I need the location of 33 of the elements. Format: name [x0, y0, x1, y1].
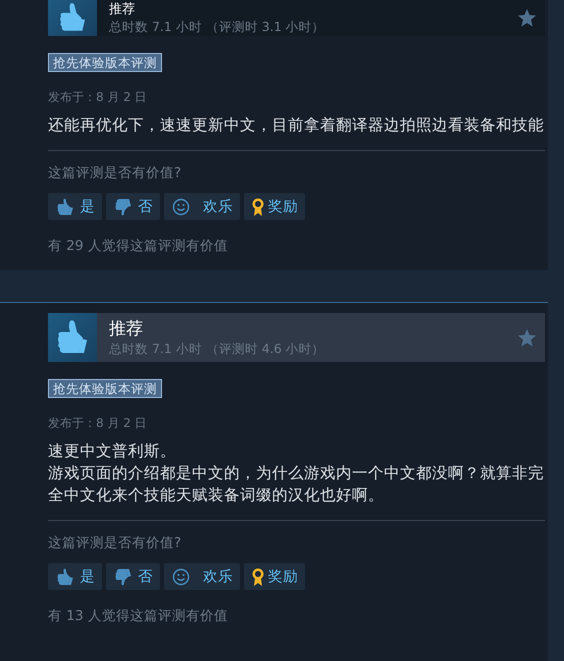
review-text: 还能再优化下，速速更新中文，目前拿着翻译器边拍照边看装备和技能 — [48, 115, 545, 136]
thumbs-up-icon — [55, 566, 75, 586]
vote-button[interactable]: 否 — [106, 193, 160, 220]
vote-button[interactable]: 奖励 — [244, 193, 305, 220]
post-date: 发布于：8 月 2 日 — [48, 89, 148, 106]
review-verdict[interactable]: 推荐 — [109, 2, 517, 18]
helpful-count: 有 29 人觉得这篇评测有价值 — [48, 237, 229, 256]
vote-button[interactable]: 奖励 — [244, 563, 305, 590]
star-icon[interactable] — [517, 328, 537, 348]
early-access-tag: 抢先体验版本评测 — [48, 53, 162, 72]
ribbon-icon — [251, 196, 265, 216]
review-text: 游戏页面的介绍都是中文的，为什么游戏内一个中文都没啊？就算非完全中文化来个技能天赋装备词缀的汉化也好啊。 — [48, 463, 545, 506]
review-verdict[interactable]: 推荐 — [109, 318, 517, 340]
vote-button[interactable]: 是 — [48, 193, 102, 220]
star-icon[interactable] — [517, 8, 537, 28]
smiley-icon — [171, 566, 191, 586]
helpful-question: 这篇评测是否有价值? — [48, 164, 182, 183]
vote-button[interactable]: 否 — [106, 563, 160, 590]
playtime-text: 总时数 7.1 小时 （评测时 4.6 小时） — [109, 340, 326, 357]
ribbon-icon — [251, 566, 265, 586]
early-access-tag: 抢先体验版本评测 — [48, 379, 162, 398]
vote-button[interactable]: 是 — [48, 563, 102, 590]
review-text: 速更中文普利斯。 — [48, 441, 177, 462]
vote-button[interactable]: 欢乐 — [164, 193, 240, 220]
thumbs-down-icon — [113, 196, 133, 216]
post-date: 发布于：8 月 2 日 — [48, 415, 148, 432]
helpful-count: 有 13 人觉得这篇评测有价值 — [48, 607, 229, 626]
vote-button[interactable]: 欢乐 — [164, 563, 240, 590]
playtime-text: 总时数 7.1 小时 （评测时 3.1 小时） — [109, 18, 326, 34]
thumbs-down-icon — [113, 566, 133, 586]
helpful-question: 这篇评测是否有价值? — [48, 534, 182, 553]
smiley-icon — [171, 196, 191, 216]
thumbs-up-icon — [55, 196, 75, 216]
